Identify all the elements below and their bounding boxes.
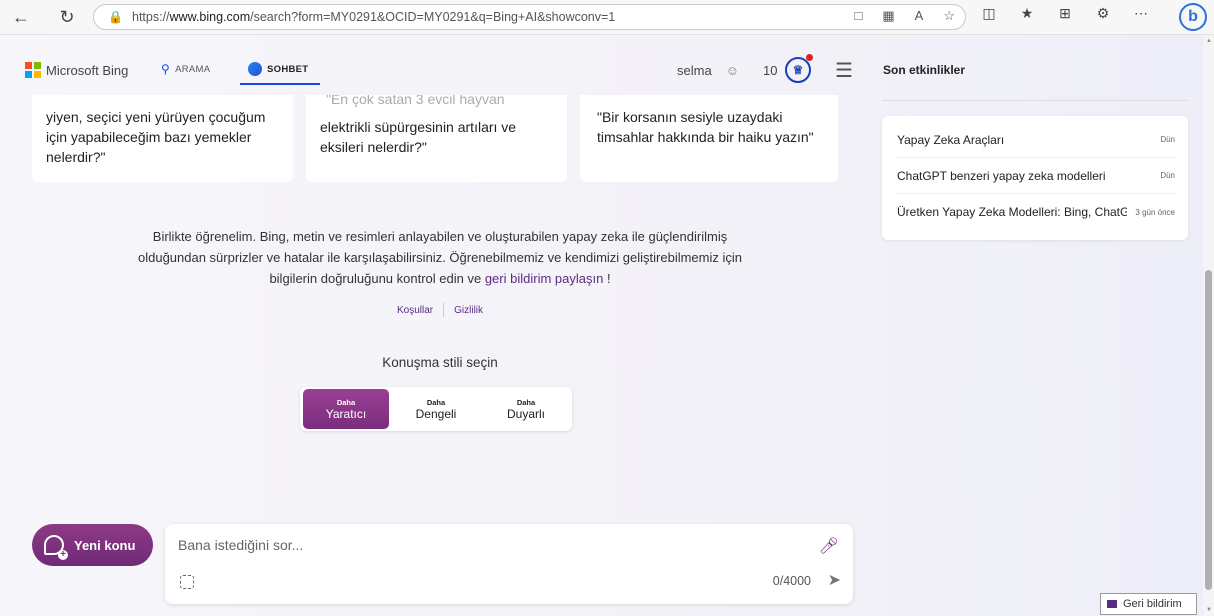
- microphone-icon[interactable]: 🎤︎: [819, 536, 839, 556]
- style-creative-button[interactable]: Daha Yaratıcı: [303, 389, 389, 429]
- recent-activity-list: Yapay Zeka Araçları Dün ChatGPT benzeri …: [882, 116, 1188, 240]
- favorites-icon[interactable]: ★: [1018, 5, 1036, 22]
- extensions-icon[interactable]: ⚙: [1094, 5, 1112, 22]
- user-icon: ☺: [725, 63, 739, 78]
- username: selma: [677, 63, 712, 78]
- bing-sidebar-icon[interactable]: b: [1179, 3, 1207, 31]
- privacy-link[interactable]: Gizlilik: [454, 305, 483, 316]
- chat-icon: [248, 62, 262, 76]
- style-balanced-button[interactable]: Daha Dengeli: [393, 389, 479, 429]
- divider: [443, 303, 445, 317]
- scroll-down-icon[interactable]: ▼: [1206, 607, 1212, 613]
- search-icon: ⚲: [161, 62, 171, 76]
- active-tab-underline: [240, 83, 320, 85]
- microsoft-bing-logo[interactable]: Microsoft Bing: [25, 62, 128, 78]
- collections-icon[interactable]: ⊞: [1056, 5, 1074, 22]
- chat-input[interactable]: [178, 537, 778, 553]
- new-topic-button[interactable]: Yeni konu: [32, 524, 153, 566]
- user-profile[interactable]: selma ☺: [677, 63, 739, 78]
- recent-item[interactable]: Yapay Zeka Araçları Dün: [897, 122, 1175, 158]
- more-menu-icon[interactable]: ⋯: [1132, 5, 1150, 22]
- divider: [882, 100, 1188, 101]
- conversation-style-selector: Daha Yaratıcı Daha Dengeli Daha Duyarlı: [300, 387, 572, 431]
- url-text: https://www.bing.com/search?form=MY0291&…: [132, 10, 616, 24]
- address-bar[interactable]: 🔒 https://www.bing.com/search?form=MY029…: [93, 4, 966, 30]
- microsoft-logo-icon: [25, 62, 41, 78]
- browser-toolbar: ← ↻ 🔒 https://www.bing.com/search?form=M…: [0, 0, 1214, 35]
- page: Microsoft Bing ⚲ ARAMA SOHBET selma ☺ 10…: [0, 35, 1203, 616]
- suggestion-card[interactable]: yiyen, seçici yeni yürüyen çocuğum için …: [32, 95, 293, 182]
- rewards-trophy-icon[interactable]: ♕: [785, 54, 813, 83]
- recent-item[interactable]: Üretken Yapay Zeka Modelleri: Bing, Chat…: [897, 194, 1175, 230]
- recent-activity-title: Son etkinlikler: [883, 63, 966, 77]
- favorite-star-icon[interactable]: ☆: [943, 8, 955, 24]
- style-title: Konuşma stili seçin: [382, 355, 498, 370]
- hamburger-menu-icon[interactable]: ☰: [835, 61, 853, 81]
- app-available-icon[interactable]: □: [855, 8, 863, 24]
- char-counter: 0/4000: [772, 574, 811, 588]
- chat-composer: 🎤︎ 0/4000 ➤: [165, 524, 853, 604]
- visual-search-icon[interactable]: [180, 575, 194, 589]
- tab-chat[interactable]: SOHBET: [240, 62, 320, 85]
- tab-search[interactable]: ⚲ ARAMA: [161, 62, 210, 76]
- terms-link[interactable]: Koşullar: [397, 305, 433, 316]
- read-aloud-icon[interactable]: A: [915, 8, 924, 24]
- suggestion-card[interactable]: "En çok satan 3 evcil hayvan elektrikli …: [306, 95, 567, 182]
- qr-icon[interactable]: ▦: [882, 8, 894, 24]
- send-icon[interactable]: ➤: [828, 570, 841, 590]
- feedback-link[interactable]: geri bildirim paylaşın: [485, 271, 604, 286]
- lock-icon: 🔒: [108, 10, 123, 24]
- recent-item[interactable]: ChatGPT benzeri yapay zeka modelleri Dün: [897, 158, 1175, 194]
- notification-dot: [806, 54, 813, 61]
- rewards-points: 10: [763, 63, 778, 78]
- bing-header: Microsoft Bing ⚲ ARAMA SOHBET selma ☺ 10…: [0, 35, 870, 95]
- scrollbar-thumb[interactable]: [1205, 270, 1212, 590]
- brand-text: Microsoft Bing: [46, 62, 129, 78]
- intro-text: Birlikte öğrenelim. Bing, metin ve resim…: [137, 229, 743, 286]
- legal-links: Koşullar Gizlilik: [370, 303, 510, 317]
- suggestion-card[interactable]: "Bir korsanın sesiyle uzaydaki timsahlar…: [580, 95, 838, 182]
- scroll-up-icon[interactable]: ▲: [1206, 38, 1212, 44]
- back-arrow-icon[interactable]: ←: [10, 6, 32, 28]
- feedback-icon: [1107, 600, 1117, 608]
- feedback-button[interactable]: Geri bildirim: [1100, 593, 1197, 615]
- split-screen-icon[interactable]: ◫: [980, 5, 998, 22]
- new-chat-icon: [44, 535, 68, 560]
- page-scrollbar[interactable]: ▲ ▼: [1203, 35, 1214, 616]
- style-precise-button[interactable]: Daha Duyarlı: [483, 389, 569, 429]
- refresh-icon[interactable]: ↻: [56, 6, 78, 28]
